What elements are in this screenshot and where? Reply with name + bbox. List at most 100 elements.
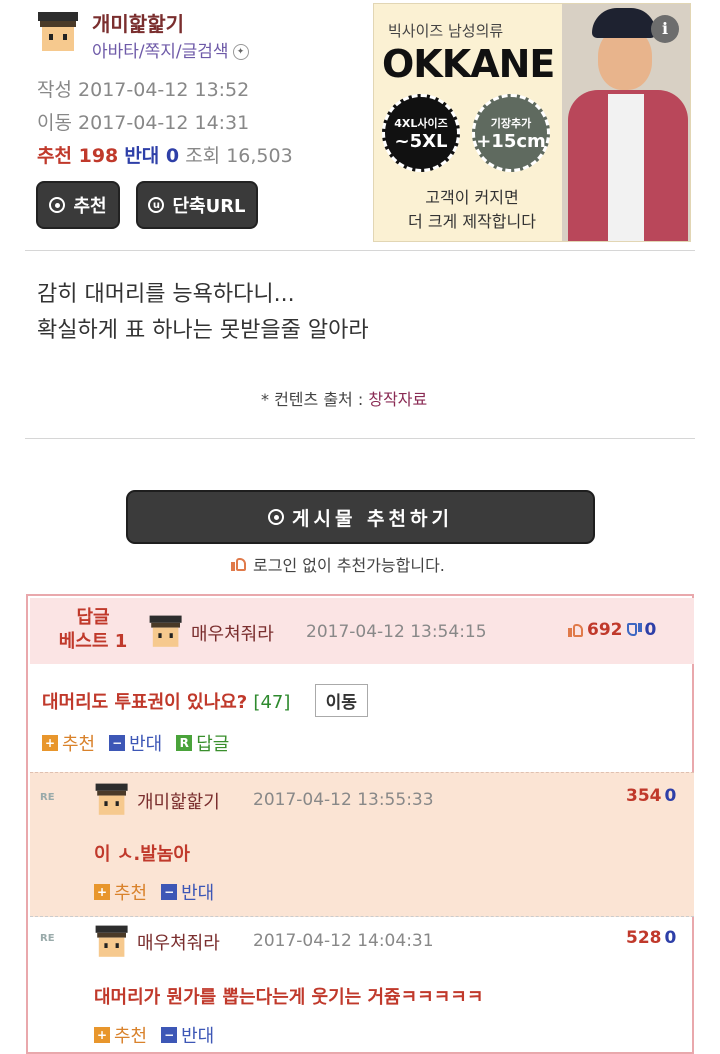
- login-note-text: 로그인 없이 추천가능합니다.: [253, 556, 445, 575]
- divider: [25, 250, 695, 251]
- author-avatar[interactable]: [36, 10, 80, 54]
- login-note: 로그인 없이 추천가능합니다.: [231, 552, 445, 576]
- source-label: * 컨텐츠 출처 :: [261, 390, 364, 409]
- reply-date: 2017-04-12 14:04:31: [253, 931, 434, 951]
- content-source: * 컨텐츠 출처 : 창작자료: [261, 386, 427, 410]
- down-label: 반대: [124, 145, 160, 167]
- comment-date: 2017-04-12 13:54:15: [306, 622, 487, 642]
- member-badge-icon: ✦: [232, 44, 249, 60]
- ad-banner[interactable]: 빅사이즈 남성의류 OKKANE 4XL사이즈 ~5XL 기장추가 +15cm …: [373, 3, 691, 242]
- ad-length-big: +15cm: [476, 130, 546, 152]
- reply-down-button[interactable]: − 반대: [161, 879, 214, 905]
- minus-icon: −: [109, 735, 126, 751]
- comment-up-count: 692: [587, 620, 623, 640]
- ad-length-small: 기장추가: [490, 116, 532, 130]
- comment-down-count: 0: [644, 620, 657, 640]
- ad-size-badge: 4XL사이즈 ~5XL: [382, 94, 460, 172]
- thumbs-up-icon: [231, 556, 247, 572]
- reply-up-count: 528: [626, 928, 662, 948]
- action-down-label: 반대: [181, 883, 215, 904]
- comment-text: 대머리도 투표권이 있나요?: [42, 692, 248, 713]
- ad-copy-line2: 더 크게 제작합니다: [408, 212, 536, 231]
- plus-icon: +: [42, 735, 58, 751]
- reply-down-button[interactable]: − 반대: [161, 1022, 214, 1048]
- views-count: 16,503: [226, 145, 293, 167]
- ad-size-big: ~5XL: [394, 130, 448, 152]
- reply-actions: + 추천 − 반대: [94, 879, 214, 905]
- reply-down-count: 0: [664, 786, 677, 806]
- ad-info-icon[interactable]: i: [651, 15, 679, 43]
- up-label: 추천: [37, 145, 72, 167]
- move-button[interactable]: 이동: [314, 684, 368, 717]
- best-label-line1: 답글: [76, 607, 110, 628]
- reply-count[interactable]: [47]: [253, 692, 290, 713]
- comments-box: 답글 베스트 1 매우쳐줘라 2017-04-12 13:54:15 692 0…: [26, 594, 694, 1054]
- reply-arrow-icon: RE: [40, 792, 55, 803]
- reply-up-button[interactable]: + 추천: [94, 879, 147, 905]
- moved-date: 이동 2017-04-12 14:31: [37, 108, 249, 135]
- ad-brand: OKKANE: [382, 42, 555, 86]
- written-value: 2017-04-12 13:52: [78, 79, 250, 101]
- ad-subtitle: 빅사이즈 남성의류: [388, 22, 504, 40]
- comment-actions: + 추천 − 반대 R 답글: [42, 730, 229, 756]
- reply-up-count: 354: [626, 786, 662, 806]
- best-reply-label: 답글 베스트 1: [48, 606, 138, 654]
- short-url-label: 단축URL: [172, 196, 246, 217]
- reply-author[interactable]: 매우쳐줘라: [137, 929, 220, 955]
- reply-text: 대머리가 뭔가를 뽑는다는게 웃기는 거쥼ㅋㅋㅋㅋㅋ: [94, 987, 484, 1008]
- reply-divider: [30, 916, 694, 917]
- post-line-1: 감히 대머리를 능욕하다니...: [37, 282, 295, 307]
- reply-text: 이 ㅅ.발놈아: [94, 844, 190, 865]
- comment-votes: 692 0: [568, 620, 656, 640]
- short-url-button[interactable]: u 단축URL: [136, 181, 258, 229]
- reply-actions: + 추천 − 반대: [94, 1022, 214, 1048]
- action-down-label: 반대: [129, 734, 163, 755]
- ad-length-badge: 기장추가 +15cm: [472, 94, 550, 172]
- comment-reply-button[interactable]: R 답글: [176, 730, 229, 756]
- reply-arrow-icon: RE: [40, 933, 55, 944]
- best-comment-text: 대머리도 투표권이 있나요? [47] 이동: [42, 684, 368, 717]
- written-label: 작성: [37, 79, 72, 101]
- author-menu-links[interactable]: 아바타/쪽지/글검색: [92, 42, 229, 62]
- plus-icon: +: [94, 1027, 110, 1043]
- thumbs-down-icon[interactable]: [626, 622, 642, 638]
- reply-icon: R: [176, 735, 193, 751]
- commenter-avatar[interactable]: [94, 924, 129, 959]
- plus-icon: +: [94, 884, 110, 900]
- reply-votes: 528 0: [626, 928, 676, 948]
- minus-icon: −: [161, 884, 178, 900]
- commenter-avatar[interactable]: [94, 782, 129, 817]
- comment-down-button[interactable]: − 반대: [109, 730, 162, 756]
- action-reply-label: 답글: [196, 734, 230, 755]
- ad-copy: 고객이 커지면 더 크게 제작합니다: [392, 186, 552, 234]
- author-menu[interactable]: 아바타/쪽지/글검색 ✦: [92, 37, 249, 62]
- action-up-label: 추천: [114, 1026, 148, 1047]
- source-link[interactable]: 창작자료: [368, 390, 427, 409]
- ad-copy-line1: 고객이 커지면: [425, 188, 519, 207]
- best-label-line2: 베스트 1: [58, 631, 128, 652]
- recommend-icon: [49, 197, 66, 213]
- up-count: 198: [78, 145, 119, 167]
- down-count: 0: [165, 145, 180, 167]
- thumbs-up-icon[interactable]: [568, 622, 584, 638]
- url-icon: u: [148, 197, 165, 213]
- reply-date: 2017-04-12 13:55:33: [253, 790, 434, 810]
- recommend-button[interactable]: 추천: [36, 181, 120, 229]
- views-label: 조회: [185, 145, 221, 167]
- reply-votes: 354 0: [626, 786, 676, 806]
- divider: [25, 438, 695, 439]
- author-name[interactable]: 개미핥핥기: [92, 8, 184, 37]
- comment-up-button[interactable]: + 추천: [42, 730, 95, 756]
- reply-up-button[interactable]: + 추천: [94, 1022, 147, 1048]
- moved-value: 2017-04-12 14:31: [78, 112, 250, 134]
- recommend-post-button[interactable]: 게시물 추천하기: [126, 490, 595, 544]
- written-date: 작성 2017-04-12 13:52: [37, 75, 249, 102]
- reply-author[interactable]: 개미핥핥기: [137, 788, 220, 814]
- commenter-name[interactable]: 매우쳐줘라: [191, 620, 274, 646]
- recommend-icon: [268, 509, 284, 525]
- recommend-post-label: 게시물 추천하기: [292, 507, 453, 530]
- commenter-avatar[interactable]: [148, 614, 183, 649]
- post-stats: 추천 198 반대 0 조회 16,503: [37, 141, 293, 168]
- minus-icon: −: [161, 1027, 178, 1043]
- action-down-label: 반대: [181, 1026, 215, 1047]
